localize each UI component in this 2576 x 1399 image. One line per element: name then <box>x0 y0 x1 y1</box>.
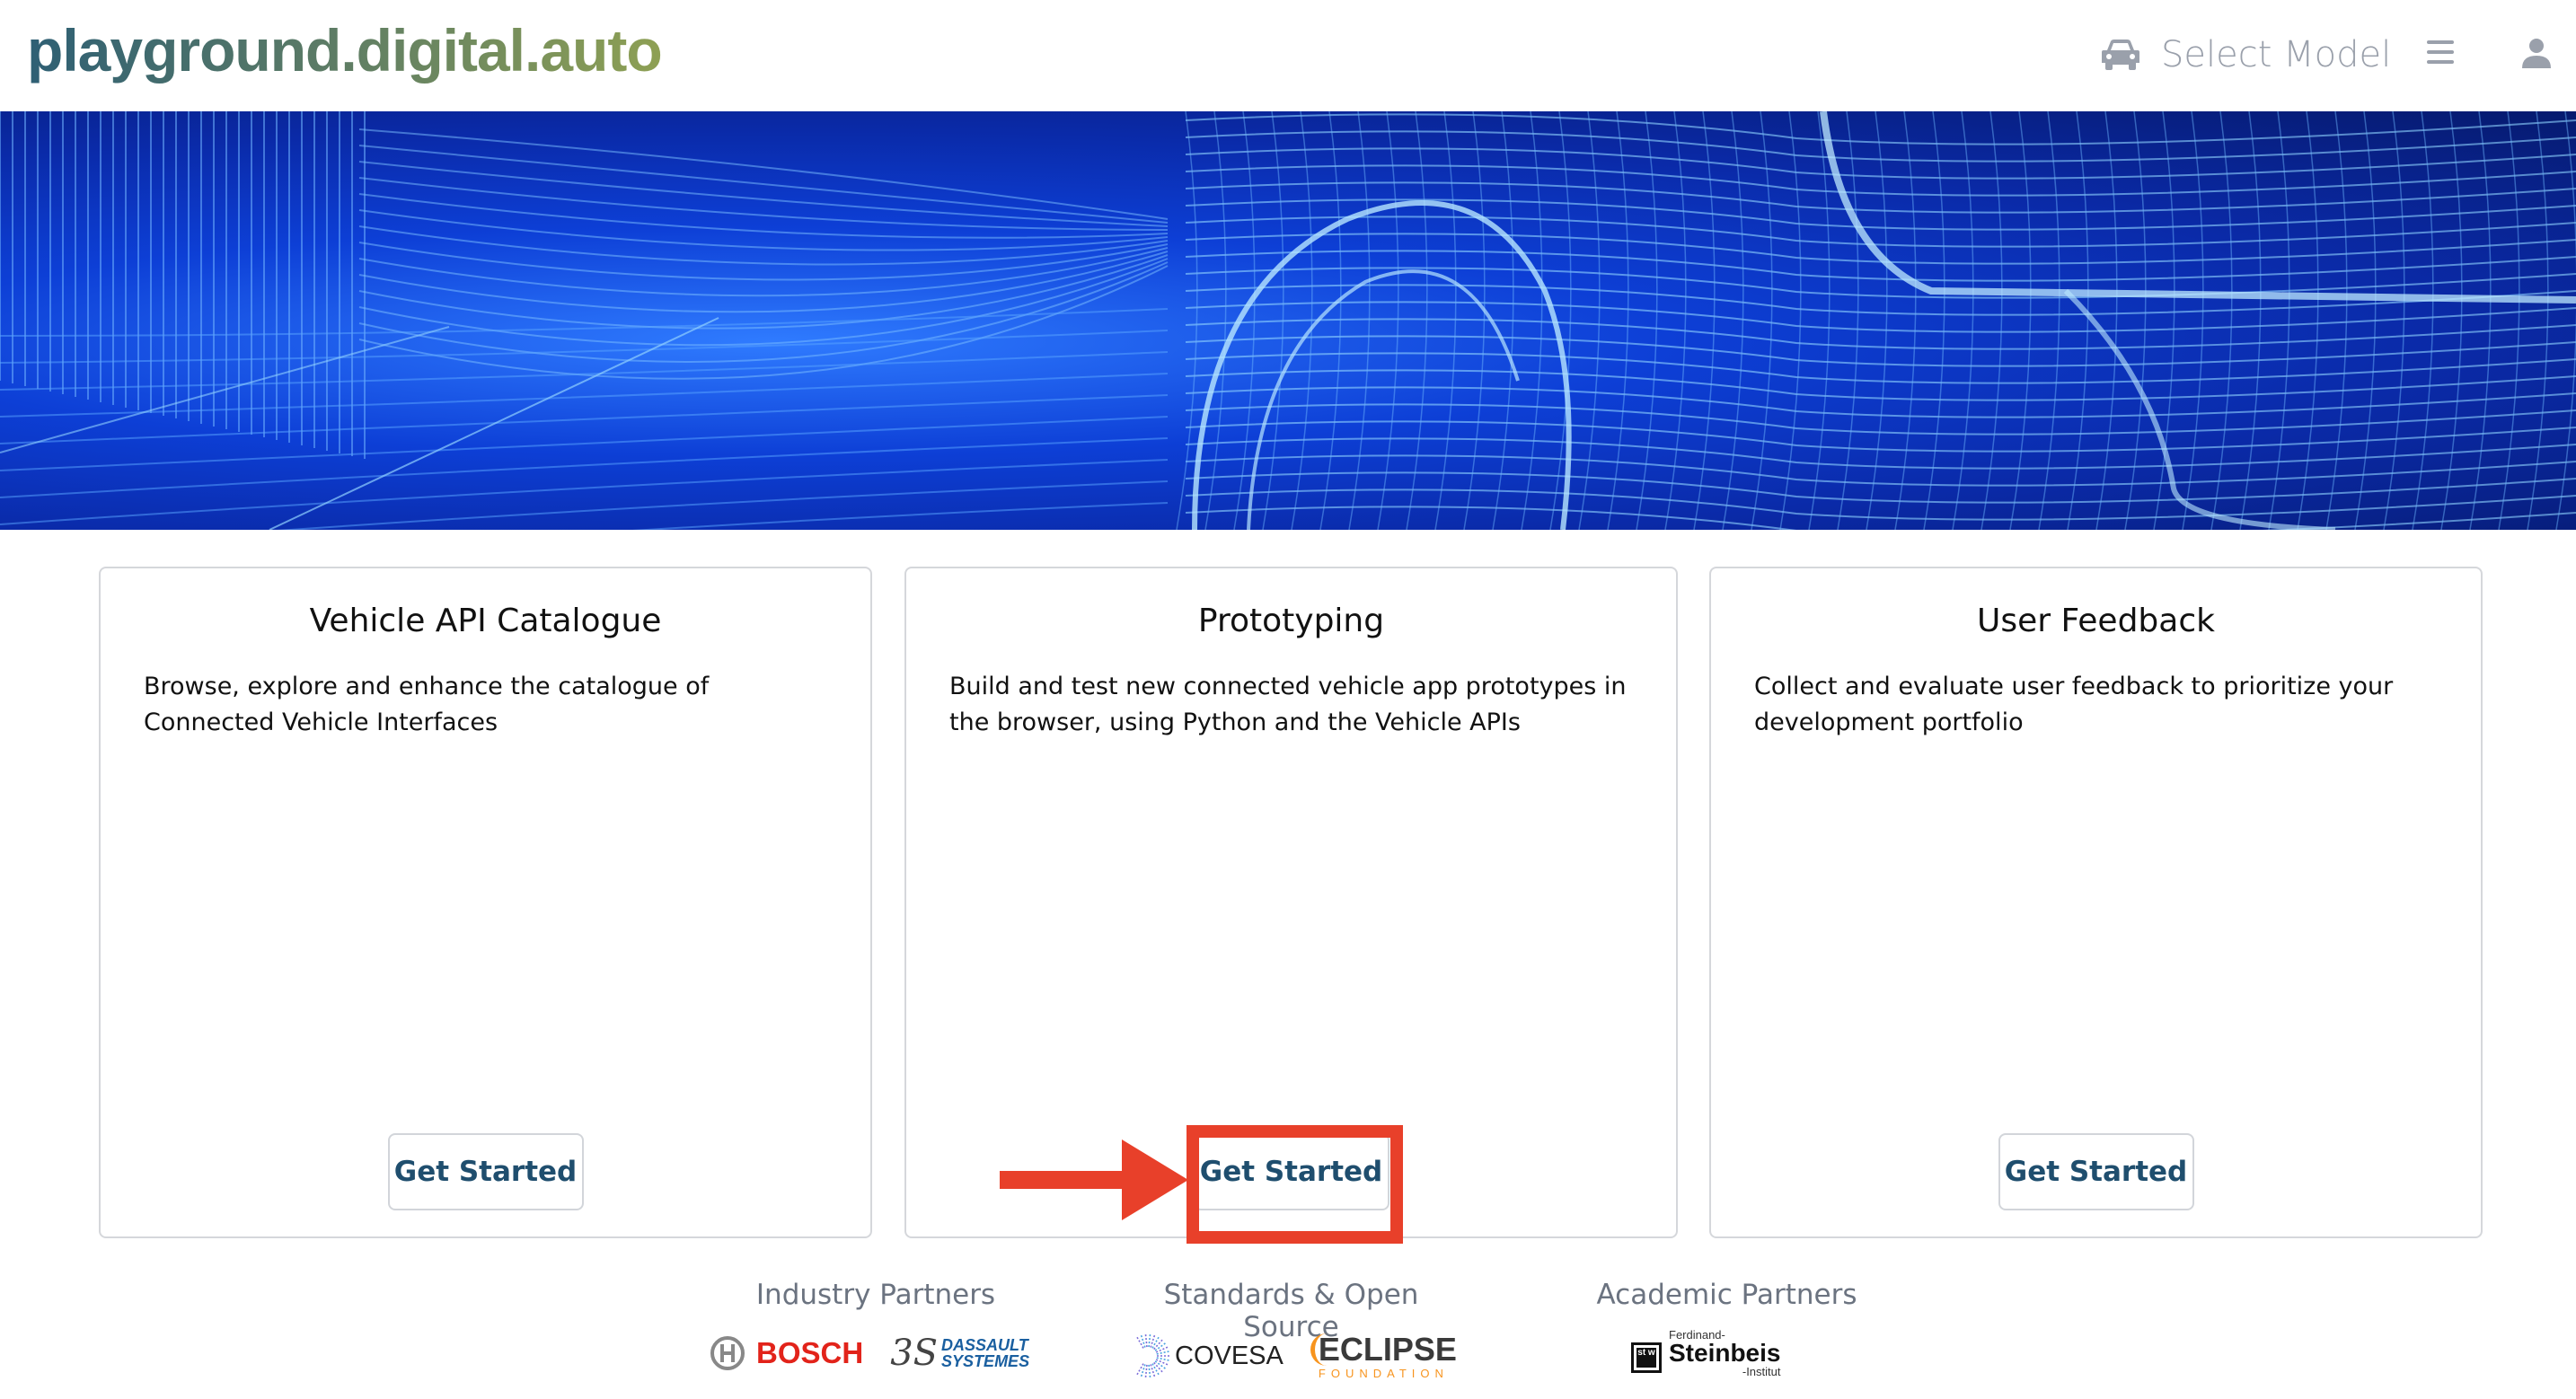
academic-partners-label: Academic Partners <box>1596 1279 1857 1311</box>
wireframe-curve <box>1578 111 1601 530</box>
eclipse-foundation-text: FOUNDATION <box>1318 1366 1449 1380</box>
wireframe-car-illustration <box>0 111 2576 530</box>
card-description: Collect and evaluate user feedback to pr… <box>1754 673 2394 736</box>
covesa-ray <box>1150 1364 1156 1377</box>
wireframe-curve <box>632 502 1169 530</box>
wireframe-curve <box>1185 471 2576 504</box>
bosch-armature-icon <box>710 1336 745 1370</box>
wireframe-curve <box>0 416 1169 471</box>
wireframe-curve <box>358 145 1169 224</box>
wireframe-curve <box>1722 111 1744 530</box>
car-icon <box>2102 40 2139 70</box>
covesa-ray <box>1144 1334 1148 1348</box>
covesa-ray <box>1144 1364 1148 1377</box>
wireframe-curve <box>1693 111 1716 530</box>
wireframe-curve <box>1185 454 2576 487</box>
menu-button[interactable] <box>2427 40 2454 65</box>
wireframe-curve <box>1348 111 1371 530</box>
top-header: playground.digital.auto Select Model <box>0 0 2576 111</box>
wireframe-curve <box>1981 111 2003 530</box>
wireframe-curve <box>1406 111 1428 530</box>
wireframe-curve <box>1204 111 1227 530</box>
card-vehicle-api-catalogue: Vehicle API Catalogue Browse, explore an… <box>99 567 872 1238</box>
dassault-line-1: DASSAULT <box>941 1336 1028 1354</box>
dassault-3ds-icon: 3S <box>890 1333 939 1374</box>
wireframe-curve <box>1185 216 2576 248</box>
wireframe-curve <box>1952 111 1974 530</box>
covesa-ray <box>1150 1334 1156 1348</box>
site-logo[interactable]: playground.digital.auto <box>27 16 663 84</box>
industry-partners-label: Industry Partners <box>755 1279 996 1311</box>
covesa-ray <box>1148 1364 1151 1377</box>
hero-banner <box>0 111 2576 530</box>
eclipse-text: ECLIPSE <box>1310 1333 1457 1366</box>
industry-logos: BOSCH 3S DASSAULT SYSTEMES <box>710 1333 1029 1374</box>
wireframe-curve <box>2555 111 2576 530</box>
card-user-feedback: User Feedback Collect and evaluate user … <box>1709 567 2483 1238</box>
bosch-logo[interactable]: BOSCH <box>756 1336 863 1370</box>
card-description: Browse, explore and enhance the catalogu… <box>144 673 710 736</box>
academic-logos[interactable]: st w Ferdinand- Steinbeis -Institut <box>1631 1329 1780 1377</box>
wireframe-curve <box>2009 111 2032 530</box>
get-started-button-prototyping[interactable]: Get Started <box>1193 1133 1389 1210</box>
user-icon <box>2522 39 2551 68</box>
dassault-logo[interactable]: DASSAULT SYSTEMES <box>941 1337 1029 1369</box>
wireframe-curve <box>1185 335 2576 367</box>
eclipse-logo[interactable]: ECLIPSE FOUNDATION <box>1310 1333 1457 1379</box>
wireframe-curve <box>2440 111 2463 530</box>
steinbeis-bottom: -Institut <box>1742 1365 1781 1378</box>
wireframe-line <box>269 317 719 530</box>
get-started-button-user-feedback[interactable]: Get Started <box>1998 1133 2194 1210</box>
card-description: Build and test new connected vehicle app… <box>949 673 1627 736</box>
covesa-ray <box>1140 1334 1146 1348</box>
wireframe-curve <box>358 265 1169 380</box>
select-model-button[interactable]: Select Model <box>2100 27 2391 83</box>
wireframe-curve <box>2297 111 2319 530</box>
dassault-line-2: SYSTEMES <box>941 1352 1030 1370</box>
card-title: Prototyping <box>1197 603 1385 639</box>
wireframe-curve <box>1434 111 1457 530</box>
wireframe-curve <box>1377 111 1399 530</box>
steinbeis-mark-icon: st w <box>1631 1342 1662 1373</box>
user-button[interactable] <box>2522 38 2551 68</box>
wireframe-curve <box>1185 488 2576 521</box>
wireframe-curve <box>1607 111 1629 530</box>
wireframe-curve <box>1176 111 1198 530</box>
menu-icon <box>2427 40 2454 64</box>
wireframe-curve <box>1779 111 1802 530</box>
covesa-ray <box>1156 1357 1169 1361</box>
steinbeis-mark-text: st w <box>1636 1348 1656 1368</box>
wireframe-curve <box>358 258 1169 347</box>
covesa-burst-icon <box>1136 1334 1169 1377</box>
wireframe-curve <box>2239 111 2262 530</box>
wireframe-curve <box>2268 111 2290 530</box>
covesa-ray <box>1148 1334 1151 1348</box>
standards-logos: COVESA ECLIPSE FOUNDATION <box>1125 1333 1457 1379</box>
covesa-ray <box>1140 1364 1146 1377</box>
annotation-arrow-icon <box>1000 1139 1188 1220</box>
select-model-label: Select Model <box>2161 34 2392 75</box>
get-started-button-api-catalogue[interactable]: Get Started <box>387 1133 584 1210</box>
card-title: User Feedback <box>1977 603 2215 639</box>
wireframe-curve <box>358 161 1169 227</box>
covesa-logo[interactable]: COVESA <box>1175 1342 1284 1371</box>
wireframe-curve <box>358 177 1169 231</box>
covesa-ray <box>1156 1351 1169 1355</box>
wireframe-curve <box>1185 318 2576 350</box>
wireframe-curve <box>2412 111 2434 530</box>
wireframe-curve <box>2325 111 2348 530</box>
wireframe-curve <box>2038 111 2060 530</box>
wireframe-curve <box>1185 352 2576 384</box>
steinbeis-main: Steinbeis <box>1669 1339 1781 1367</box>
wireframe-curve <box>1185 301 2576 333</box>
steinbeis-logo: Ferdinand- Steinbeis -Institut <box>1669 1329 1780 1377</box>
wireframe-curve <box>0 459 1169 525</box>
card-title: Vehicle API Catalogue <box>309 603 662 639</box>
